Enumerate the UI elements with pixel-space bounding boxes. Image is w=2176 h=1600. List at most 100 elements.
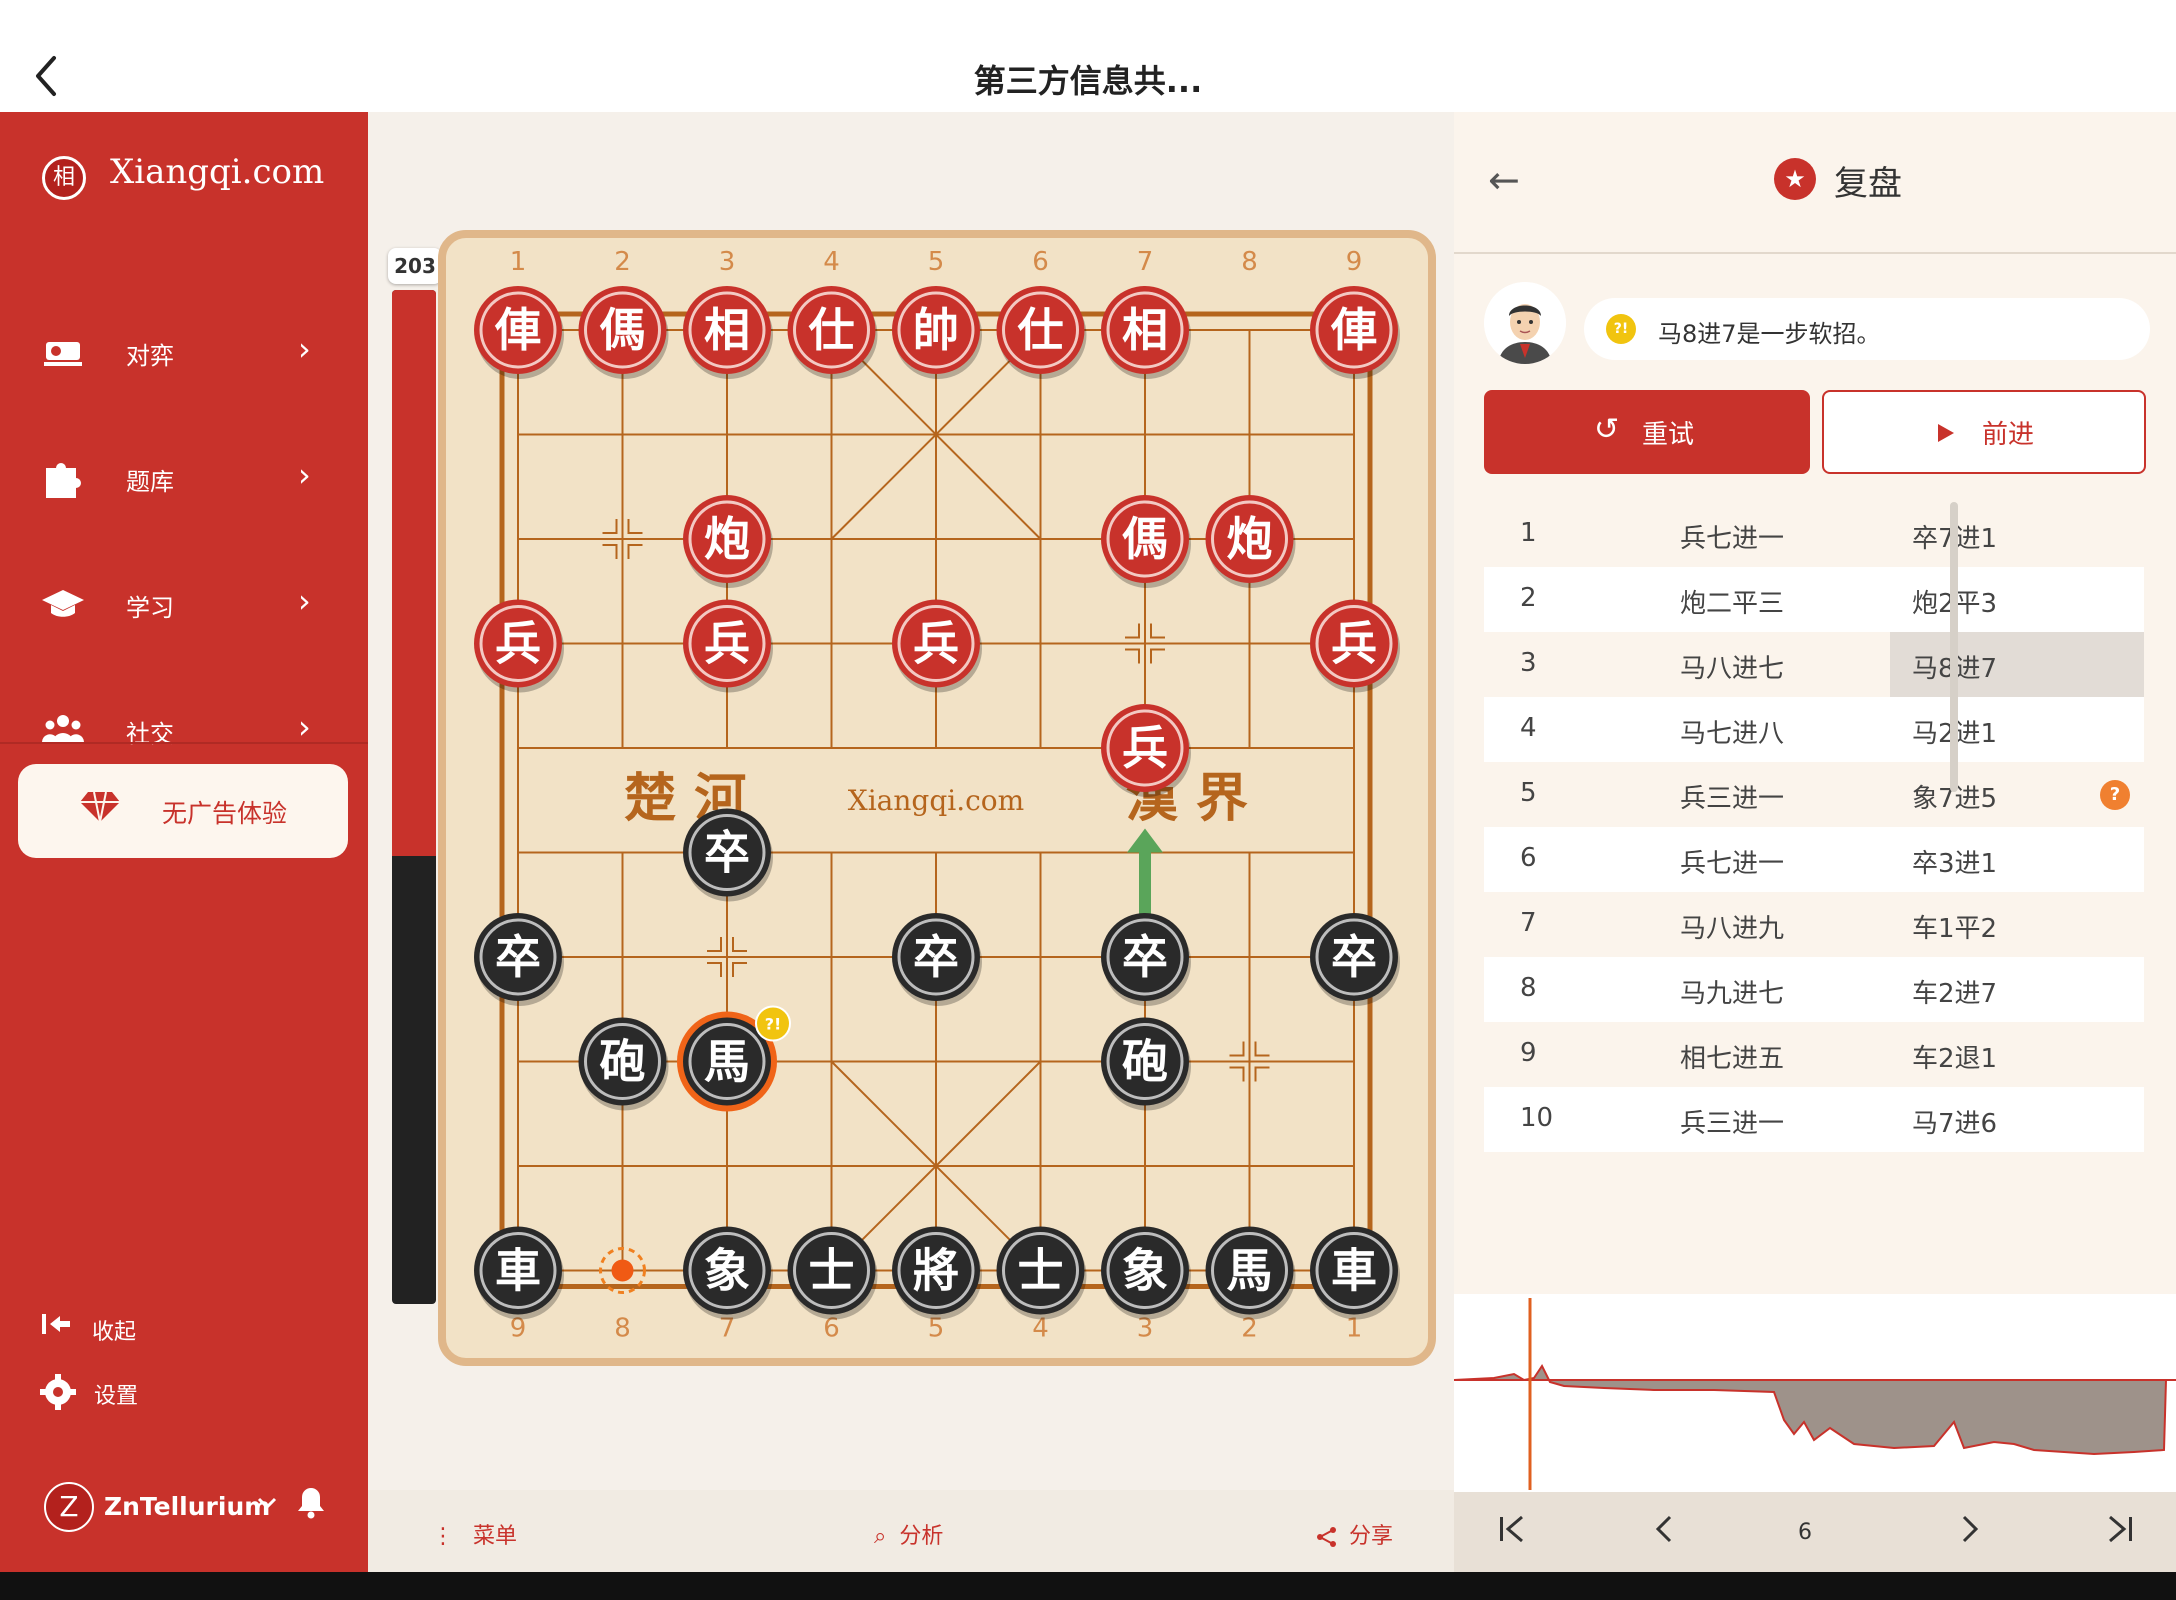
red-move[interactable]: 兵三进一 — [1680, 1103, 1784, 1140]
chevron-right-icon: › — [298, 708, 311, 746]
last-move-icon[interactable] — [2102, 1512, 2136, 1555]
file-number: 2 — [614, 247, 631, 277]
play-board-icon — [40, 328, 86, 374]
piece-label: 俥 — [494, 303, 541, 357]
evaluation-score: 203 — [388, 248, 442, 284]
file-number: 6 — [1032, 247, 1049, 277]
red-move[interactable]: 马八进七 — [1680, 648, 1784, 685]
sidebar-item-label: 对弈 — [126, 342, 174, 370]
file-number: 8 — [1241, 247, 1258, 277]
piece-label: 仕 — [809, 303, 855, 357]
collapse-button[interactable]: 收起 — [92, 1314, 136, 1346]
red-move[interactable]: 相七进五 — [1680, 1038, 1784, 1075]
piece-label: 將 — [913, 1244, 959, 1298]
diamond-icon — [80, 788, 120, 833]
black-move[interactable]: 车2退1 — [1912, 1038, 1997, 1075]
board-bottom-bar: ⋮ 菜单 ⌕ 分析 分享 — [368, 1490, 1454, 1572]
sidebar-item-play[interactable]: 对弈 › — [0, 300, 368, 400]
file-number: 8 — [614, 1314, 631, 1344]
chevron-right-icon: › — [298, 456, 311, 494]
collapse-icon[interactable] — [40, 1310, 72, 1342]
sidebar-item-label: 题库 — [126, 468, 174, 496]
graduation-cap-icon — [40, 580, 86, 626]
chevron-down-icon[interactable] — [256, 1492, 278, 1518]
review-panel: ← ★ 复盘 ?! 马8进7是一步软招。 ↺ 重试 前进 1兵七进一卒7进12炮… — [1453, 112, 2176, 1572]
move-number: 6 — [1798, 1520, 1812, 1545]
piece-label: 馬 — [1227, 1244, 1273, 1298]
coach-comment-text: 马8进7是一步软招。 — [1658, 320, 1881, 348]
review-title: 复盘 — [1834, 164, 1902, 204]
red-move[interactable]: 兵七进一 — [1680, 843, 1784, 880]
avatar[interactable]: Z — [44, 1482, 94, 1532]
arrow-left-icon[interactable]: ← — [1488, 158, 1520, 202]
sidebar-item-puzzles[interactable]: 题库 › — [0, 426, 368, 526]
piece-label: 炮 — [1227, 512, 1273, 566]
forward-label: 前进 — [1982, 420, 2035, 450]
black-move[interactable]: 车1平2 — [1912, 908, 1997, 945]
no-ads-button[interactable]: 无广告体验 — [18, 764, 348, 858]
next-move-icon[interactable] — [1952, 1512, 1986, 1555]
first-move-icon[interactable] — [1496, 1512, 1530, 1555]
red-move[interactable]: 马七进八 — [1680, 713, 1784, 750]
people-icon — [40, 706, 86, 752]
evaluation-graph[interactable] — [1453, 1294, 2176, 1494]
move-navigation: 6 — [1454, 1492, 2176, 1572]
piece-label: 傌 — [600, 303, 646, 357]
red-move[interactable]: 兵七进一 — [1680, 518, 1784, 555]
gear-icon[interactable] — [40, 1374, 76, 1414]
bell-icon[interactable] — [296, 1484, 326, 1524]
file-number: 7 — [1137, 247, 1154, 277]
share-button[interactable]: 分享 — [1316, 1518, 1393, 1550]
sidebar-item-label: 学习 — [126, 594, 174, 622]
move-row: 7 马八进九 车1平2 — [1484, 892, 2144, 957]
red-move[interactable]: 马八进九 — [1680, 908, 1784, 945]
system-bar — [0, 1572, 2176, 1600]
piece-label: 兵 — [913, 617, 959, 671]
sidebar-item-social[interactable]: 社交 › — [0, 678, 368, 778]
red-move[interactable]: 兵三进一 — [1680, 778, 1784, 815]
analysis-label: 分析 — [899, 1524, 944, 1549]
move-row: 6 兵七进一 卒3进1 — [1484, 827, 2144, 892]
piece-label: 卒 — [913, 930, 959, 984]
move-number: 1 — [1520, 518, 1537, 548]
piece-label: 卒 — [495, 930, 541, 984]
piece-label: 砲 — [1122, 1035, 1168, 1089]
piece-label: 車 — [1331, 1244, 1377, 1298]
red-move[interactable]: 炮二平三 — [1680, 583, 1784, 620]
piece-label: 馬 — [704, 1035, 750, 1089]
move-row: 1兵七进一卒7进1 — [1484, 502, 2144, 567]
piece-label: 兵 — [704, 617, 750, 671]
file-number: 1 — [510, 247, 527, 277]
move-row: 11马七退五马6进5 — [1484, 1152, 2144, 1158]
username[interactable]: ZnTellurium — [104, 1492, 270, 1521]
analysis-button[interactable]: ⌕ 分析 — [874, 1518, 943, 1550]
piece-label: 士 — [1018, 1244, 1064, 1298]
move-number: 2 — [1520, 583, 1537, 613]
move-number: 5 — [1520, 778, 1537, 808]
piece-label: 卒 — [704, 826, 750, 880]
share-label: 分享 — [1349, 1524, 1394, 1549]
previous-move-icon[interactable] — [1648, 1512, 1682, 1555]
coach-comment: ?! 马8进7是一步软招。 — [1584, 298, 2150, 360]
red-move[interactable]: 马九进七 — [1680, 973, 1784, 1010]
logo-text: Xiangqi.com — [110, 152, 325, 192]
menu-button[interactable]: ⋮ 菜单 — [432, 1518, 517, 1550]
puzzle-icon — [40, 454, 86, 500]
xiangqi-board[interactable]: 123456789987654321楚 河漢 界 Xiangqi.com 俥傌相仕帥… — [438, 230, 1436, 1366]
move-number: 8 — [1520, 973, 1537, 1003]
move-row: 5 兵三进一 象7进5? — [1484, 762, 2144, 827]
black-move[interactable]: 马7进6 — [1912, 1103, 1997, 1140]
share-icon — [1316, 1524, 1345, 1549]
move-row: 10 兵三进一 马7进6 — [1484, 1087, 2144, 1152]
piece-label: 炮 — [704, 512, 750, 566]
retry-button[interactable]: ↺ 重试 — [1484, 390, 1810, 474]
settings-button[interactable]: 设置 — [94, 1378, 138, 1410]
sidebar-item-learn[interactable]: 学习 › — [0, 552, 368, 652]
forward-button[interactable]: 前进 — [1822, 390, 2146, 474]
search-icon: ⌕ — [874, 1524, 887, 1549]
black-move[interactable]: 车2进7 — [1912, 973, 1997, 1010]
move-list-scrollbar[interactable] — [1950, 502, 1958, 792]
black-move[interactable]: 卒3进1 — [1912, 843, 1997, 880]
evaluation-bar — [392, 290, 436, 1304]
play-icon — [1936, 422, 1956, 448]
